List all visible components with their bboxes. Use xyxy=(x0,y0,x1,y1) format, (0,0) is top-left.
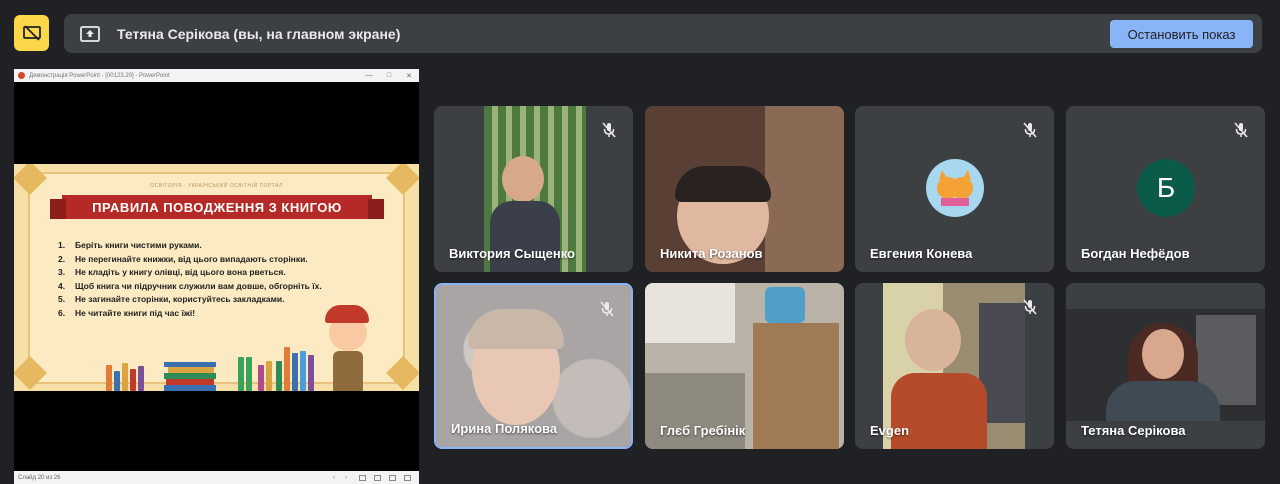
participant-name: Никита Розанов xyxy=(660,246,763,261)
maximize-icon[interactable]: □ xyxy=(379,72,399,79)
mic-off-icon xyxy=(597,299,617,319)
present-screen-icon xyxy=(79,25,101,43)
participant-name: Глєб Гребінік xyxy=(660,423,746,438)
window-title: Демонстрація PowerPoint - [00123.20] - P… xyxy=(29,72,170,79)
slide: ОСВІТОРІЯ · УКРАЇНСЬКИЙ ОСВІТНІЙ ПОРТАЛ … xyxy=(14,164,419,391)
slideshow-status-bar: Слайд 20 из 26 ‹ › xyxy=(14,471,419,484)
participant-name: Ирина Полякова xyxy=(451,421,558,436)
participant-name: Виктория Сыщенко xyxy=(449,246,575,261)
mic-off-icon xyxy=(1020,297,1040,317)
reading-view-icon[interactable] xyxy=(389,474,396,481)
list-item: 1. Беріть книги чистими руками. xyxy=(58,240,202,250)
avatar: Б xyxy=(1137,159,1195,217)
powerpoint-icon xyxy=(18,72,25,79)
participant-name: Evgen xyxy=(870,423,910,438)
girl-illustration xyxy=(319,305,379,391)
mic-off-icon xyxy=(1231,120,1251,140)
slide-title: ПРАВИЛА ПОВОДЖЕННЯ З КНИГОЮ xyxy=(92,199,342,215)
participant-tile[interactable]: Тетяна Серікова xyxy=(1066,283,1265,449)
stop-presenting-button[interactable]: Остановить показ xyxy=(1110,20,1253,48)
participant-name: Богдан Нефёдов xyxy=(1081,246,1190,261)
participant-tile[interactable]: Б Богдан Нефёдов xyxy=(1066,106,1265,272)
list-item: 5. Не загинайте сторінки, користуйтесь за… xyxy=(58,294,285,304)
sorter-view-icon[interactable] xyxy=(374,474,381,481)
stop-presenting-icon xyxy=(22,25,41,41)
presenting-banner: Тетяна Серікова (вы, на главном экране) … xyxy=(64,14,1262,53)
list-item: 3. Не кладіть у книгу олівці, від цього в… xyxy=(58,267,286,277)
participant-tile-active[interactable]: Ирина Полякова xyxy=(434,283,633,449)
list-item: 6. Не читайте книги під час їжі! xyxy=(58,307,196,318)
normal-view-icon[interactable] xyxy=(359,474,366,481)
slide-title-ribbon: ПРАВИЛА ПОВОДЖЕННЯ З КНИГОЮ xyxy=(50,195,384,219)
mic-off-icon xyxy=(599,120,619,140)
participant-video xyxy=(1066,309,1265,421)
participant-tile[interactable]: Глєб Гребінік xyxy=(645,283,844,449)
window-titlebar: Демонстрація PowerPoint - [00123.20] - P… xyxy=(14,69,419,82)
participant-name: Тетяна Серікова xyxy=(1081,423,1186,438)
list-item: 2. Не перегинайте книжки, від цього випад… xyxy=(58,253,308,264)
rules-list: 1. Беріть книги чистими руками. 2. Не пере… xyxy=(58,239,322,320)
minimize-icon[interactable]: — xyxy=(359,72,379,79)
participant-name: Евгения Конева xyxy=(870,246,973,261)
participant-tile[interactable]: Никита Розанов xyxy=(645,106,844,272)
presenter-text: Тетяна Серікова (вы, на главном экране) xyxy=(117,25,401,42)
mic-off-icon xyxy=(1020,120,1040,140)
slide-counter: Слайд 20 из 26 xyxy=(18,474,61,481)
slideshow-view-icon[interactable] xyxy=(404,474,411,481)
participant-tile[interactable]: Евгения Конева xyxy=(855,106,1054,272)
shared-screen: Демонстрація PowerPoint - [00123.20] - P… xyxy=(14,69,419,484)
stop-presenting-toggle[interactable] xyxy=(14,15,49,51)
slide-site-label: ОСВІТОРІЯ · УКРАЇНСЬКИЙ ОСВІТНІЙ ПОРТАЛ xyxy=(150,183,283,189)
close-icon[interactable]: ✕ xyxy=(399,72,419,80)
participant-tile[interactable]: Виктория Сыщенко xyxy=(434,106,633,272)
prev-slide-icon[interactable]: ‹ xyxy=(333,475,335,481)
participant-tile[interactable]: Evgen xyxy=(855,283,1054,449)
cat-avatar xyxy=(926,159,984,217)
list-item: 4. Щоб книга чи підручник служили вам дов… xyxy=(58,280,322,291)
next-slide-icon[interactable]: › xyxy=(345,475,347,481)
avatar-initial: Б xyxy=(1156,172,1176,203)
